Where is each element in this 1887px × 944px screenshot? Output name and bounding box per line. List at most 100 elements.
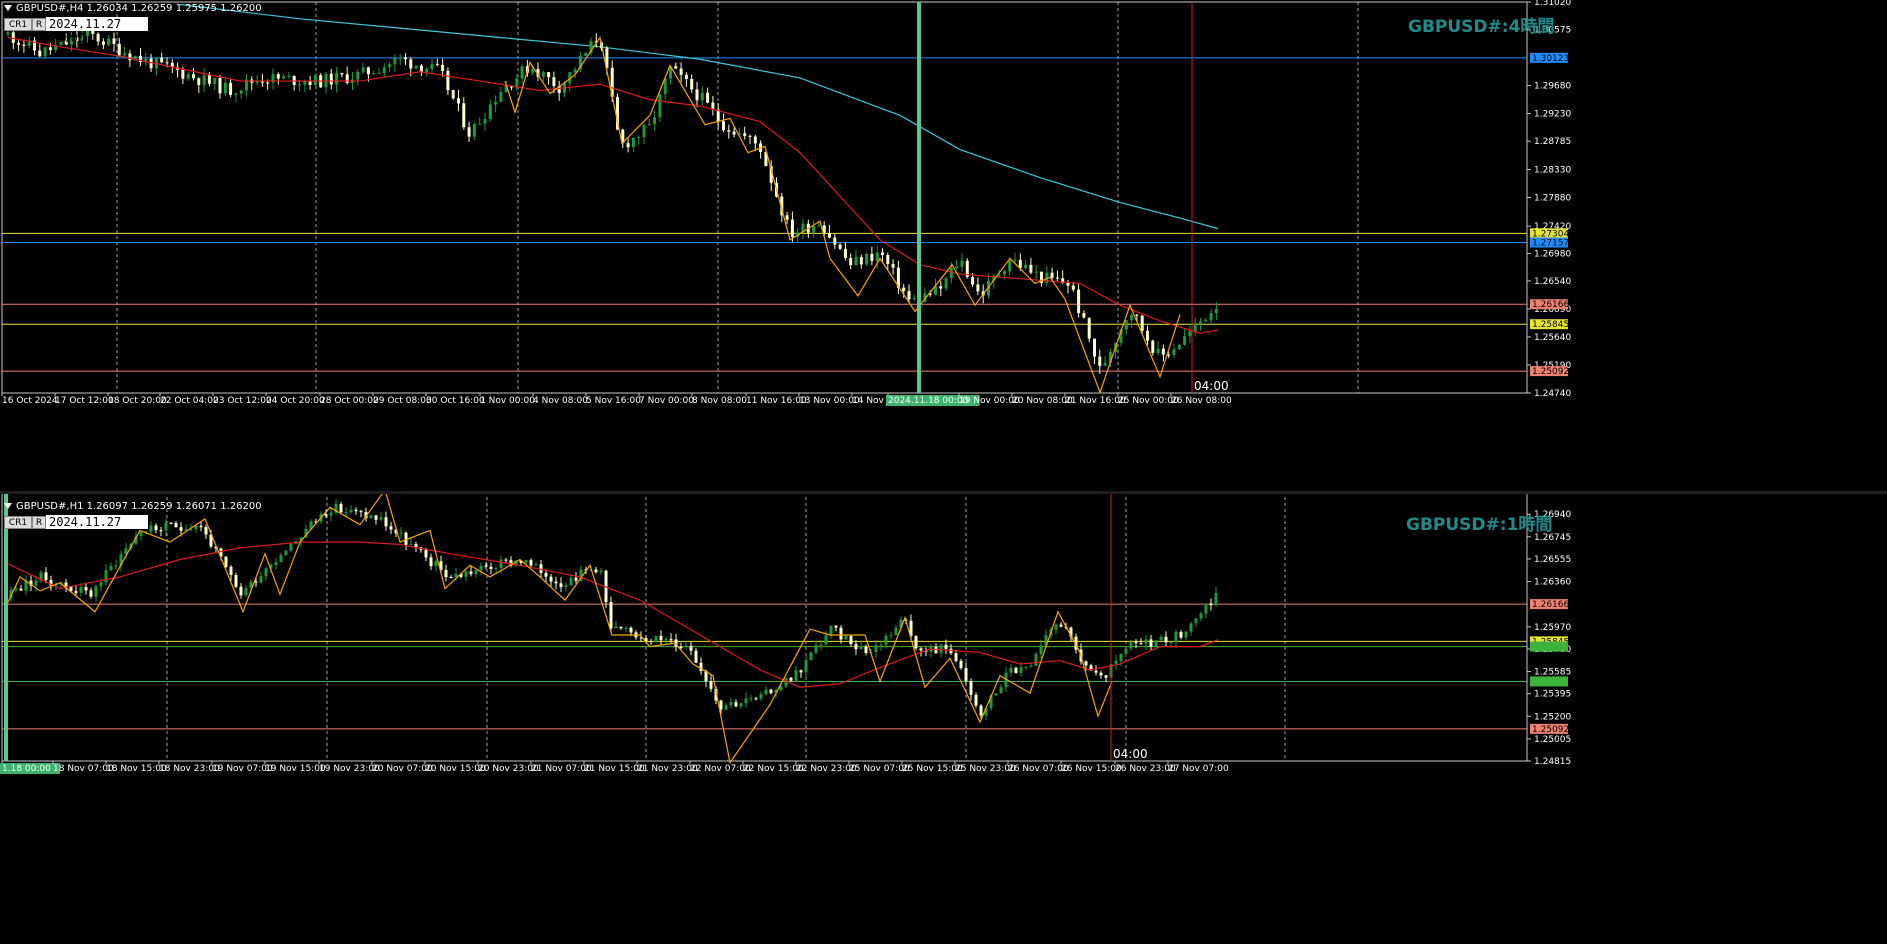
candle-body [724, 705, 728, 710]
candle-body [789, 677, 793, 681]
candle-body [89, 590, 93, 597]
candle-body [889, 635, 893, 637]
candle-body [664, 639, 668, 641]
candle-body [1087, 317, 1091, 339]
candle-body [1177, 344, 1181, 350]
time-tick-label: 26 Nov 07:00 [1008, 764, 1069, 774]
candle-body [817, 225, 821, 227]
candle-body [287, 75, 291, 77]
candle-body [843, 248, 847, 258]
candle-body [874, 645, 878, 653]
candle-body [1209, 313, 1213, 320]
candle-body [854, 257, 858, 266]
candle-body [1098, 356, 1102, 366]
time-tick-label: 19 Nov 07:00 [212, 764, 273, 774]
candle-body [1156, 348, 1160, 353]
candle-body [22, 44, 26, 46]
candle-body [679, 68, 683, 75]
candle-body [329, 73, 333, 85]
h1-chart-canvas[interactable]: 04:001.269401.267451.265551.263601.25970… [0, 494, 1887, 944]
candle-body [544, 572, 548, 577]
price-tick-label: 1.25005 [1534, 735, 1571, 745]
candle-body [594, 569, 598, 573]
time-tick-label: 19 Nov 15:00 [265, 764, 326, 774]
candle-body [999, 687, 1003, 694]
candle-body [626, 143, 630, 148]
candle-body [1183, 336, 1187, 345]
candle-body [1174, 631, 1178, 643]
h4-chart-canvas[interactable]: 04:001.310201.305751.296801.292301.28785… [0, 0, 1887, 491]
time-tick-label: 27 Nov 07:00 [1168, 764, 1229, 774]
candle-body [1055, 277, 1059, 279]
candle-body [1024, 264, 1028, 268]
candle-body [393, 58, 397, 65]
candle-body [464, 571, 468, 577]
candle-body [748, 135, 752, 137]
time-tick-label: 25 Nov 00:00 [1118, 396, 1179, 406]
time-tick-label: 25 Nov 23:00 [955, 764, 1016, 774]
price-tag-label: 1.25845 [1532, 320, 1569, 330]
candle-body [689, 645, 693, 651]
candle-body [160, 57, 164, 63]
price-tag-label: 1.26166 [1532, 300, 1569, 310]
candle-body [674, 66, 678, 69]
candle-body [398, 57, 402, 59]
candle-body [524, 560, 528, 563]
candle-body [169, 522, 173, 524]
candle-body [859, 646, 863, 650]
candle-body [849, 257, 853, 266]
candle-body [709, 681, 713, 689]
candle-body [339, 504, 343, 513]
candle-body [451, 90, 455, 99]
h1-header: GBPUSD#,H1 1.26097 1.26259 1.26071 1.262… [4, 501, 262, 512]
candle-body [609, 601, 613, 629]
candle-body [732, 131, 736, 135]
h1-chart-panel[interactable]: 04:00 1.26940 1.26745 1.26555 1.26360 1.25970… [0, 494, 1887, 944]
candle-body [441, 64, 445, 71]
plot-area [2, 494, 1527, 761]
candle-body [345, 74, 349, 83]
candle-body [1199, 613, 1203, 619]
h4-chart-panel[interactable]: 04:00 1.31020 1.30575 1.29680 1.29230 1.28785… [0, 0, 1887, 491]
price-tag-label: 1.25092 [1532, 367, 1569, 377]
candle-body [34, 580, 38, 586]
r-button[interactable]: R [32, 516, 46, 529]
candle-body [324, 514, 328, 516]
candle-body [764, 689, 768, 695]
r-button[interactable]: R [32, 18, 46, 31]
candle-body [834, 625, 838, 628]
time-tick-label: 20 Nov 07:00 [372, 764, 433, 774]
cr1-button[interactable]: CR1 [4, 18, 32, 31]
candle-body [44, 572, 48, 581]
time-tick-label: 18 Nov 23:00 [159, 764, 220, 774]
candle-body [96, 33, 100, 42]
candle-body [939, 286, 943, 289]
date-box[interactable]: 2024.11.27 15:00 [46, 515, 148, 543]
time-tick-label: 25 Nov 15:00 [902, 764, 963, 774]
candle-body [679, 647, 683, 649]
price-tick-label: 1.26980 [1534, 250, 1571, 260]
collapse-triangle-icon[interactable] [4, 503, 12, 509]
price-tick-label: 1.25200 [1534, 712, 1571, 722]
candle-body [799, 670, 803, 673]
date-box[interactable]: 2024.11.27 16:00 [46, 17, 148, 45]
candle-body [944, 278, 948, 289]
candle-body [844, 636, 848, 640]
candle-body [266, 82, 270, 84]
candle-body [313, 75, 317, 85]
candle-body [264, 568, 268, 577]
collapse-triangle-icon[interactable] [4, 5, 12, 11]
candle-body [829, 625, 833, 636]
time-tick-label: 18 Oct 20:00 [108, 396, 167, 406]
candle-body [1059, 624, 1063, 627]
candle-body [186, 74, 190, 79]
candle-body [154, 525, 158, 531]
candle-body [43, 47, 47, 57]
candle-body [64, 582, 68, 587]
candle-body [324, 73, 328, 88]
candle-body [377, 72, 381, 74]
candle-body [534, 564, 538, 566]
candle-body [213, 78, 217, 84]
cr1-button[interactable]: CR1 [4, 516, 32, 529]
candle-body [192, 74, 195, 79]
